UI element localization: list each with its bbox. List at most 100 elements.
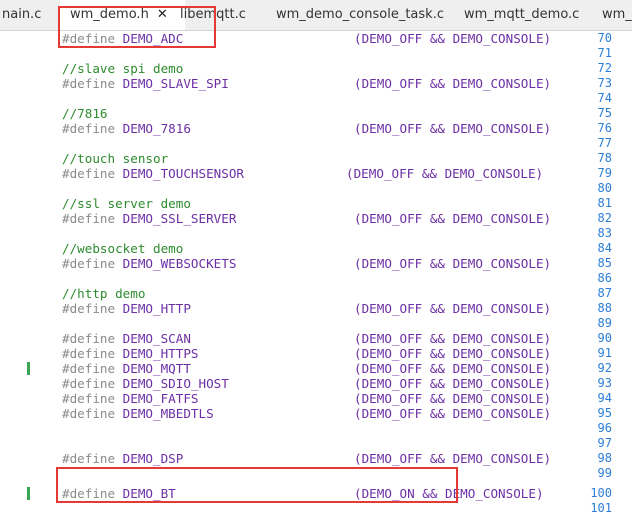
tab-main-c[interactable]: nain.c: [0, 0, 51, 30]
macro-value: (DEMO_OFF && DEMO_CONSOLE): [354, 76, 552, 91]
macro-value: (DEMO_OFF && DEMO_CONSOLE): [354, 256, 552, 271]
line-number: 79: [597, 166, 612, 180]
line-number: 86: [597, 271, 612, 285]
code-define-line: #define DEMO_SDIO_HOST: [62, 376, 229, 391]
line-number: 77: [597, 136, 612, 150]
change-marker: [27, 487, 30, 500]
macro-name: DEMO_FATFS: [122, 391, 199, 406]
define-keyword: #define: [62, 406, 116, 421]
macro-name: DEMO_SDIO_HOST: [122, 376, 229, 391]
code-define-line: #define DEMO_WEBSOCKETS: [62, 256, 236, 271]
tab-label: wm_demo_console_task.c: [276, 7, 444, 22]
line-number: 91: [597, 346, 612, 360]
line-number: 76: [597, 121, 612, 135]
code-define-line: #define DEMO_DSP: [62, 451, 183, 466]
line-number: 98: [597, 451, 612, 465]
code-comment: //7816: [62, 106, 108, 121]
line-number: 82: [597, 211, 612, 225]
macro-value: (DEMO_OFF && DEMO_CONSOLE): [354, 121, 552, 136]
define-keyword: #define: [62, 166, 116, 181]
line-number: 97: [597, 436, 612, 450]
define-keyword: #define: [62, 256, 116, 271]
macro-name: DEMO_MQTT: [122, 361, 191, 376]
define-keyword: #define: [62, 346, 116, 361]
macro-name: DEMO_7816: [122, 121, 191, 136]
line-number: 96: [597, 421, 612, 435]
define-keyword: #define: [62, 376, 116, 391]
macro-name: DEMO_HTTP: [122, 301, 191, 316]
macro-value: (DEMO_OFF && DEMO_CONSOLE): [354, 211, 552, 226]
line-number-gutter: [0, 31, 46, 508]
line-number: 83: [597, 226, 612, 240]
tab-wm-partial[interactable]: wm_: [602, 0, 632, 30]
highlight-box-tab: [58, 6, 216, 48]
code-define-line: #define DEMO_TOUCHSENSOR: [62, 166, 244, 181]
line-number: 88: [597, 301, 612, 315]
line-number: 89: [597, 316, 612, 330]
macro-value: (DEMO_OFF && DEMO_CONSOLE): [354, 391, 552, 406]
tab-label: wm_: [602, 7, 632, 22]
code-define-line: #define DEMO_FATFS: [62, 391, 199, 406]
macro-value: (DEMO_OFF && DEMO_CONSOLE): [354, 331, 552, 346]
macro-name: DEMO_SLAVE_SPI: [122, 76, 229, 91]
highlight-box-demo-bt: [56, 467, 458, 503]
line-number: 95: [597, 406, 612, 420]
define-keyword: #define: [62, 211, 116, 226]
code-define-line: #define DEMO_SCAN: [62, 331, 191, 346]
macro-name: DEMO_TOUCHSENSOR: [122, 166, 244, 181]
tab-wm-demo-console-task-c[interactable]: wm_demo_console_task.c: [276, 0, 444, 30]
line-number: 101: [590, 501, 612, 515]
code-comment: //slave spi demo: [62, 61, 184, 76]
macro-value: (DEMO_OFF && DEMO_CONSOLE): [354, 31, 552, 46]
define-keyword: #define: [62, 451, 116, 466]
macro-name: DEMO_HTTPS: [122, 346, 199, 361]
tab-label: wm_mqtt_demo.c: [464, 7, 580, 22]
macro-name: DEMO_MBEDTLS: [122, 406, 214, 421]
macro-value: (DEMO_OFF && DEMO_CONSOLE): [354, 361, 552, 376]
macro-value: (DEMO_OFF && DEMO_CONSOLE): [354, 451, 552, 466]
code-comment: //touch sensor: [62, 151, 169, 166]
macro-value: (DEMO_OFF && DEMO_CONSOLE): [354, 406, 552, 421]
macro-name: DEMO_WEBSOCKETS: [122, 256, 237, 271]
line-number: 73: [597, 76, 612, 90]
define-keyword: #define: [62, 391, 116, 406]
line-number: 90: [597, 331, 612, 345]
code-define-line: #define DEMO_MBEDTLS: [62, 406, 214, 421]
line-number: 100: [590, 486, 612, 500]
define-keyword: #define: [62, 301, 116, 316]
code-define-line: #define DEMO_HTTPS: [62, 346, 199, 361]
line-number: 71: [597, 46, 612, 60]
macro-value: (DEMO_OFF && DEMO_CONSOLE): [354, 376, 552, 391]
define-keyword: #define: [62, 76, 116, 91]
code-comment: //ssl server demo: [62, 196, 191, 211]
change-marker: [27, 362, 30, 375]
define-keyword: #define: [62, 121, 116, 136]
code-define-line: #define DEMO_MQTT: [62, 361, 191, 376]
code-define-line: #define DEMO_SSL_SERVER: [62, 211, 236, 226]
macro-value: (DEMO_OFF && DEMO_CONSOLE): [354, 346, 552, 361]
tab-label: nain.c: [2, 7, 42, 22]
code-define-line: #define DEMO_7816: [62, 121, 191, 136]
line-number: 74: [597, 91, 612, 105]
tab-wm-mqtt-demo-c[interactable]: wm_mqtt_demo.c: [464, 0, 579, 30]
code-define-line: #define DEMO_HTTP: [62, 301, 191, 316]
line-number: 81: [597, 196, 612, 210]
line-number: 72: [597, 61, 612, 75]
line-number: 70: [597, 31, 612, 45]
macro-value: (DEMO_OFF && DEMO_CONSOLE): [346, 166, 544, 181]
line-number: 92: [597, 361, 612, 375]
line-number: 85: [597, 256, 612, 270]
define-keyword: #define: [62, 331, 116, 346]
macro-name: DEMO_SSL_SERVER: [122, 211, 237, 226]
macro-name: DEMO_DSP: [122, 451, 184, 466]
macro-value: (DEMO_OFF && DEMO_CONSOLE): [354, 301, 552, 316]
line-number: 84: [597, 241, 612, 255]
line-number: 99: [597, 466, 612, 480]
code-define-line: #define DEMO_SLAVE_SPI: [62, 76, 229, 91]
line-number: 94: [597, 391, 612, 405]
define-keyword: #define: [62, 361, 116, 376]
line-number: 87: [597, 286, 612, 300]
line-number: 75: [597, 106, 612, 120]
line-number: 80: [597, 181, 612, 195]
line-number: 78: [597, 151, 612, 165]
